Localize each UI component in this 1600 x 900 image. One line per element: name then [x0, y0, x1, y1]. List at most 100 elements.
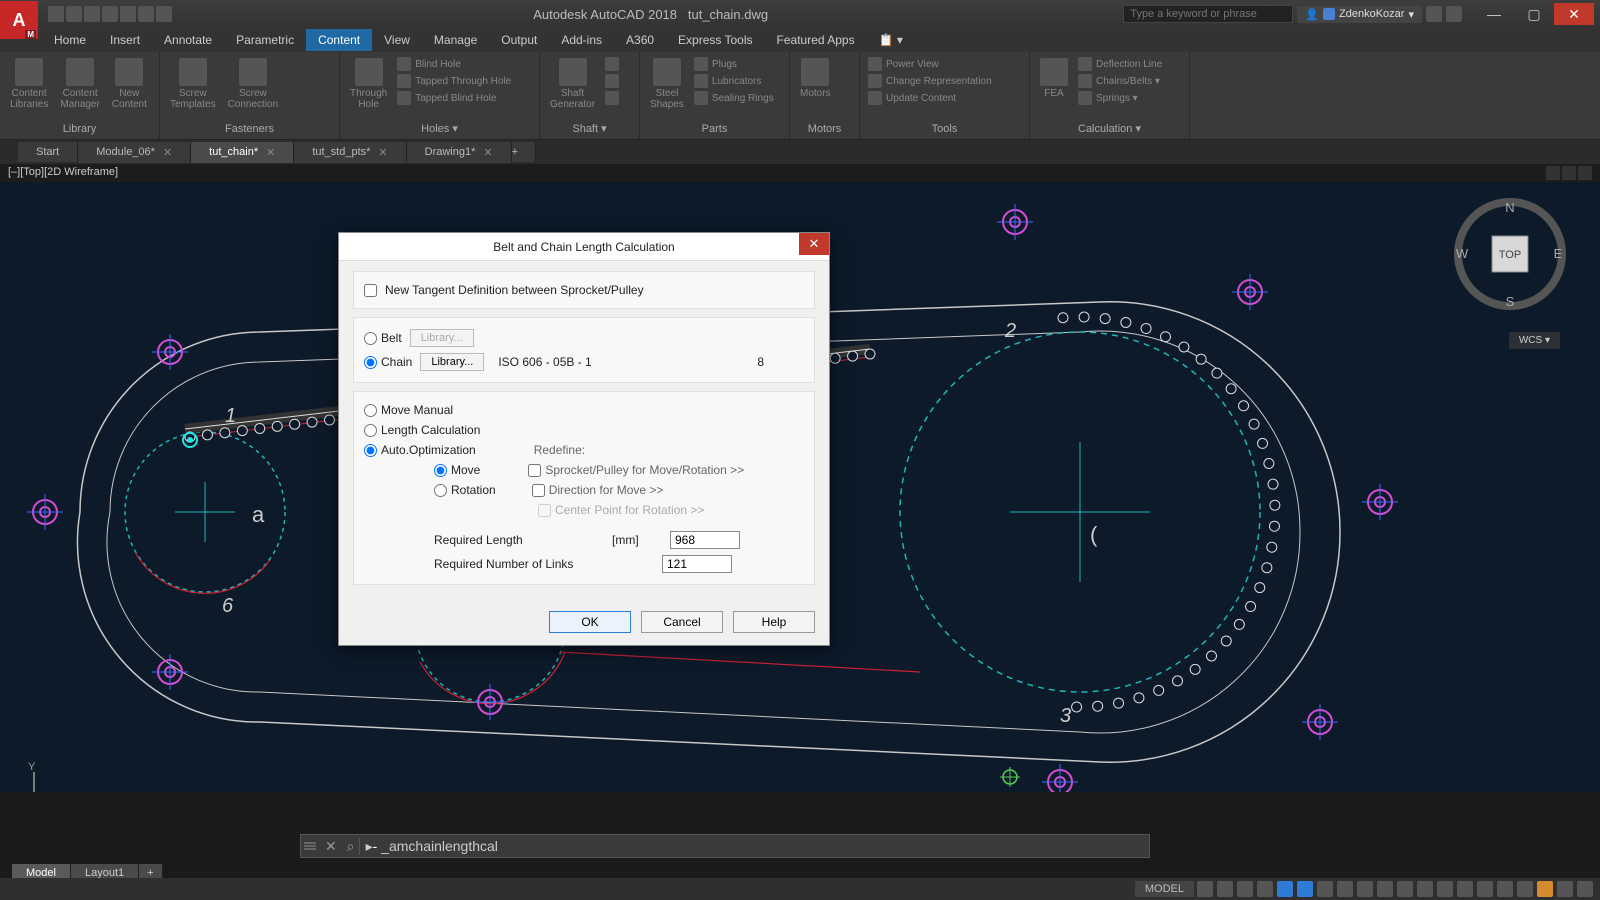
required-length-input[interactable] — [670, 531, 740, 549]
menu-tab-manage[interactable]: Manage — [422, 29, 489, 51]
length-calc-radio[interactable]: Length Calculation — [364, 423, 480, 437]
ribbon-tool-sm[interactable]: Blind Hole — [395, 56, 513, 72]
cmdline-grip-icon[interactable] — [301, 839, 319, 853]
status-ortho-icon[interactable] — [1237, 881, 1253, 897]
qat-save-icon[interactable] — [84, 6, 100, 22]
search-input[interactable] — [1123, 5, 1293, 23]
belt-radio[interactable]: Belt — [364, 331, 402, 345]
ribbon-tool-sm[interactable]: Lubricators — [692, 73, 776, 89]
doc-tab[interactable]: Start — [18, 142, 78, 162]
qat-plot-icon[interactable] — [120, 6, 136, 22]
status-quick-icon[interactable] — [1497, 881, 1513, 897]
status-custom-icon[interactable] — [1577, 881, 1593, 897]
ribbon-tool-sm[interactable]: Chains/Belts ▾ — [1076, 73, 1164, 89]
status-am-icon[interactable] — [1397, 881, 1413, 897]
ribbon-tool[interactable]: Content Manager — [56, 56, 103, 112]
qat-open-icon[interactable] — [66, 6, 82, 22]
ribbon-tool-sm[interactable]: Plugs — [692, 56, 776, 72]
doc-tab[interactable]: tut_std_pts*✕ — [294, 142, 406, 163]
status-hw-icon[interactable] — [1537, 881, 1553, 897]
status-osnap-icon[interactable] — [1277, 881, 1293, 897]
panel-title-calculation[interactable]: Calculation ▾ — [1036, 120, 1183, 137]
qat-undo-icon[interactable] — [138, 6, 154, 22]
menu-tab-home[interactable]: Home — [42, 29, 98, 51]
shaft-generator-tool[interactable]: Shaft Generator — [546, 56, 599, 112]
exchange-icon[interactable] — [1426, 6, 1442, 22]
motors-tool[interactable]: Motors — [796, 56, 835, 101]
through-hole-tool[interactable]: Through Hole — [346, 56, 391, 112]
fea-tool[interactable]: FEA — [1036, 56, 1072, 101]
tab-close-icon[interactable]: ✕ — [483, 146, 492, 159]
status-iso-icon[interactable] — [1417, 881, 1433, 897]
wcs-badge[interactable]: WCS ▾ — [1509, 332, 1560, 349]
ribbon-tool-sm[interactable]: Update Content — [866, 90, 994, 106]
status-lwt-icon[interactable] — [1317, 881, 1333, 897]
shaft-small-tool[interactable] — [603, 56, 621, 72]
menu-tab-annotate[interactable]: Annotate — [152, 29, 224, 51]
auto-opt-radio[interactable]: Auto.Optimization — [364, 443, 476, 457]
minimize-button[interactable]: — — [1474, 3, 1514, 25]
menu-tab-view[interactable]: View — [372, 29, 422, 51]
chain-radio[interactable]: Chain — [364, 355, 412, 369]
panel-title-holes[interactable]: Holes ▾ — [346, 120, 533, 137]
status-ws-icon[interactable] — [1457, 881, 1473, 897]
required-links-input[interactable] — [662, 555, 732, 573]
status-sc-icon[interactable] — [1377, 881, 1393, 897]
rotation-radio[interactable]: Rotation — [434, 483, 496, 497]
status-qp-icon[interactable] — [1357, 881, 1373, 897]
status-clean-icon[interactable] — [1557, 881, 1573, 897]
doc-tab[interactable]: tut_chain*✕ — [191, 142, 294, 163]
status-model[interactable]: MODEL — [1135, 881, 1194, 897]
menu-tab-insert[interactable]: Insert — [98, 29, 152, 51]
new-tangent-checkbox[interactable]: New Tangent Definition between Sprocket/… — [364, 280, 804, 300]
menu-tab-content[interactable]: Content — [306, 29, 372, 51]
cancel-button[interactable]: Cancel — [641, 611, 723, 633]
app-logo[interactable]: A — [0, 1, 38, 39]
steel-shapes-tool[interactable]: Steel Shapes — [646, 56, 688, 112]
status-polar-icon[interactable] — [1257, 881, 1273, 897]
viewport-label[interactable]: [–][Top][2D Wireframe] — [8, 166, 118, 180]
vp-close-icon[interactable] — [1578, 166, 1592, 180]
vp-maximize-icon[interactable] — [1562, 166, 1576, 180]
menu-tab-express-tools[interactable]: Express Tools — [666, 29, 764, 51]
ribbon-tool-sm[interactable]: Tapped Blind Hole — [395, 90, 513, 106]
ribbon-tool-sm[interactable]: Deflection Line — [1076, 56, 1164, 72]
status-trans-icon[interactable] — [1337, 881, 1353, 897]
nav-cube[interactable]: TOP N S W E — [1450, 194, 1570, 314]
command-line[interactable]: ✕ ⌕ ▸- _amchainlengthcal — [300, 834, 1150, 858]
ribbon-tool-sm[interactable]: Tapped Through Hole — [395, 73, 513, 89]
shaft-small-tool[interactable] — [603, 90, 621, 106]
status-otrack-icon[interactable] — [1297, 881, 1313, 897]
move-manual-radio[interactable]: Move Manual — [364, 403, 453, 417]
doc-tab[interactable]: Drawing1*✕ — [407, 142, 512, 163]
help-icon[interactable] — [1446, 6, 1462, 22]
move-radio[interactable]: Move — [434, 463, 480, 477]
sprocket-move-checkbox[interactable]: Sprocket/Pulley for Move/Rotation >> — [528, 463, 744, 477]
direction-move-checkbox[interactable]: Direction for Move >> — [532, 483, 664, 497]
ribbon-tool[interactable]: New Content — [108, 56, 151, 112]
doc-tab[interactable]: Module_06*✕ — [78, 142, 191, 163]
tab-close-icon[interactable]: ✕ — [163, 146, 172, 159]
user-menu[interactable]: 👤ZdenkoKozar▾ — [1297, 6, 1422, 23]
qat-new-icon[interactable] — [48, 6, 64, 22]
menu-tab-a360[interactable]: A360 — [614, 29, 666, 51]
ribbon-tool-sm[interactable]: Power View — [866, 56, 994, 72]
shaft-small-tool[interactable] — [603, 73, 621, 89]
status-anno-icon[interactable] — [1437, 881, 1453, 897]
help-button[interactable]: Help — [733, 611, 815, 633]
qat-redo-icon[interactable] — [156, 6, 172, 22]
ok-button[interactable]: OK — [549, 611, 631, 633]
ribbon-tool[interactable]: Content Libraries — [6, 56, 52, 112]
menu-tab-featured-apps[interactable]: Featured Apps — [765, 29, 867, 51]
tab-close-icon[interactable]: ✕ — [378, 146, 387, 159]
vp-minimize-icon[interactable] — [1546, 166, 1560, 180]
menu-tab-add-ins[interactable]: Add-ins — [549, 29, 614, 51]
new-tab-button[interactable]: + — [512, 142, 536, 162]
menu-tab-parametric[interactable]: Parametric — [224, 29, 306, 51]
status-lock-icon[interactable] — [1517, 881, 1533, 897]
tab-close-icon[interactable]: ✕ — [266, 146, 275, 159]
menu-overflow[interactable]: 📋 ▾ — [867, 29, 915, 51]
menu-tab-output[interactable]: Output — [489, 29, 549, 51]
status-snap-icon[interactable] — [1217, 881, 1233, 897]
status-grid-icon[interactable] — [1197, 881, 1213, 897]
